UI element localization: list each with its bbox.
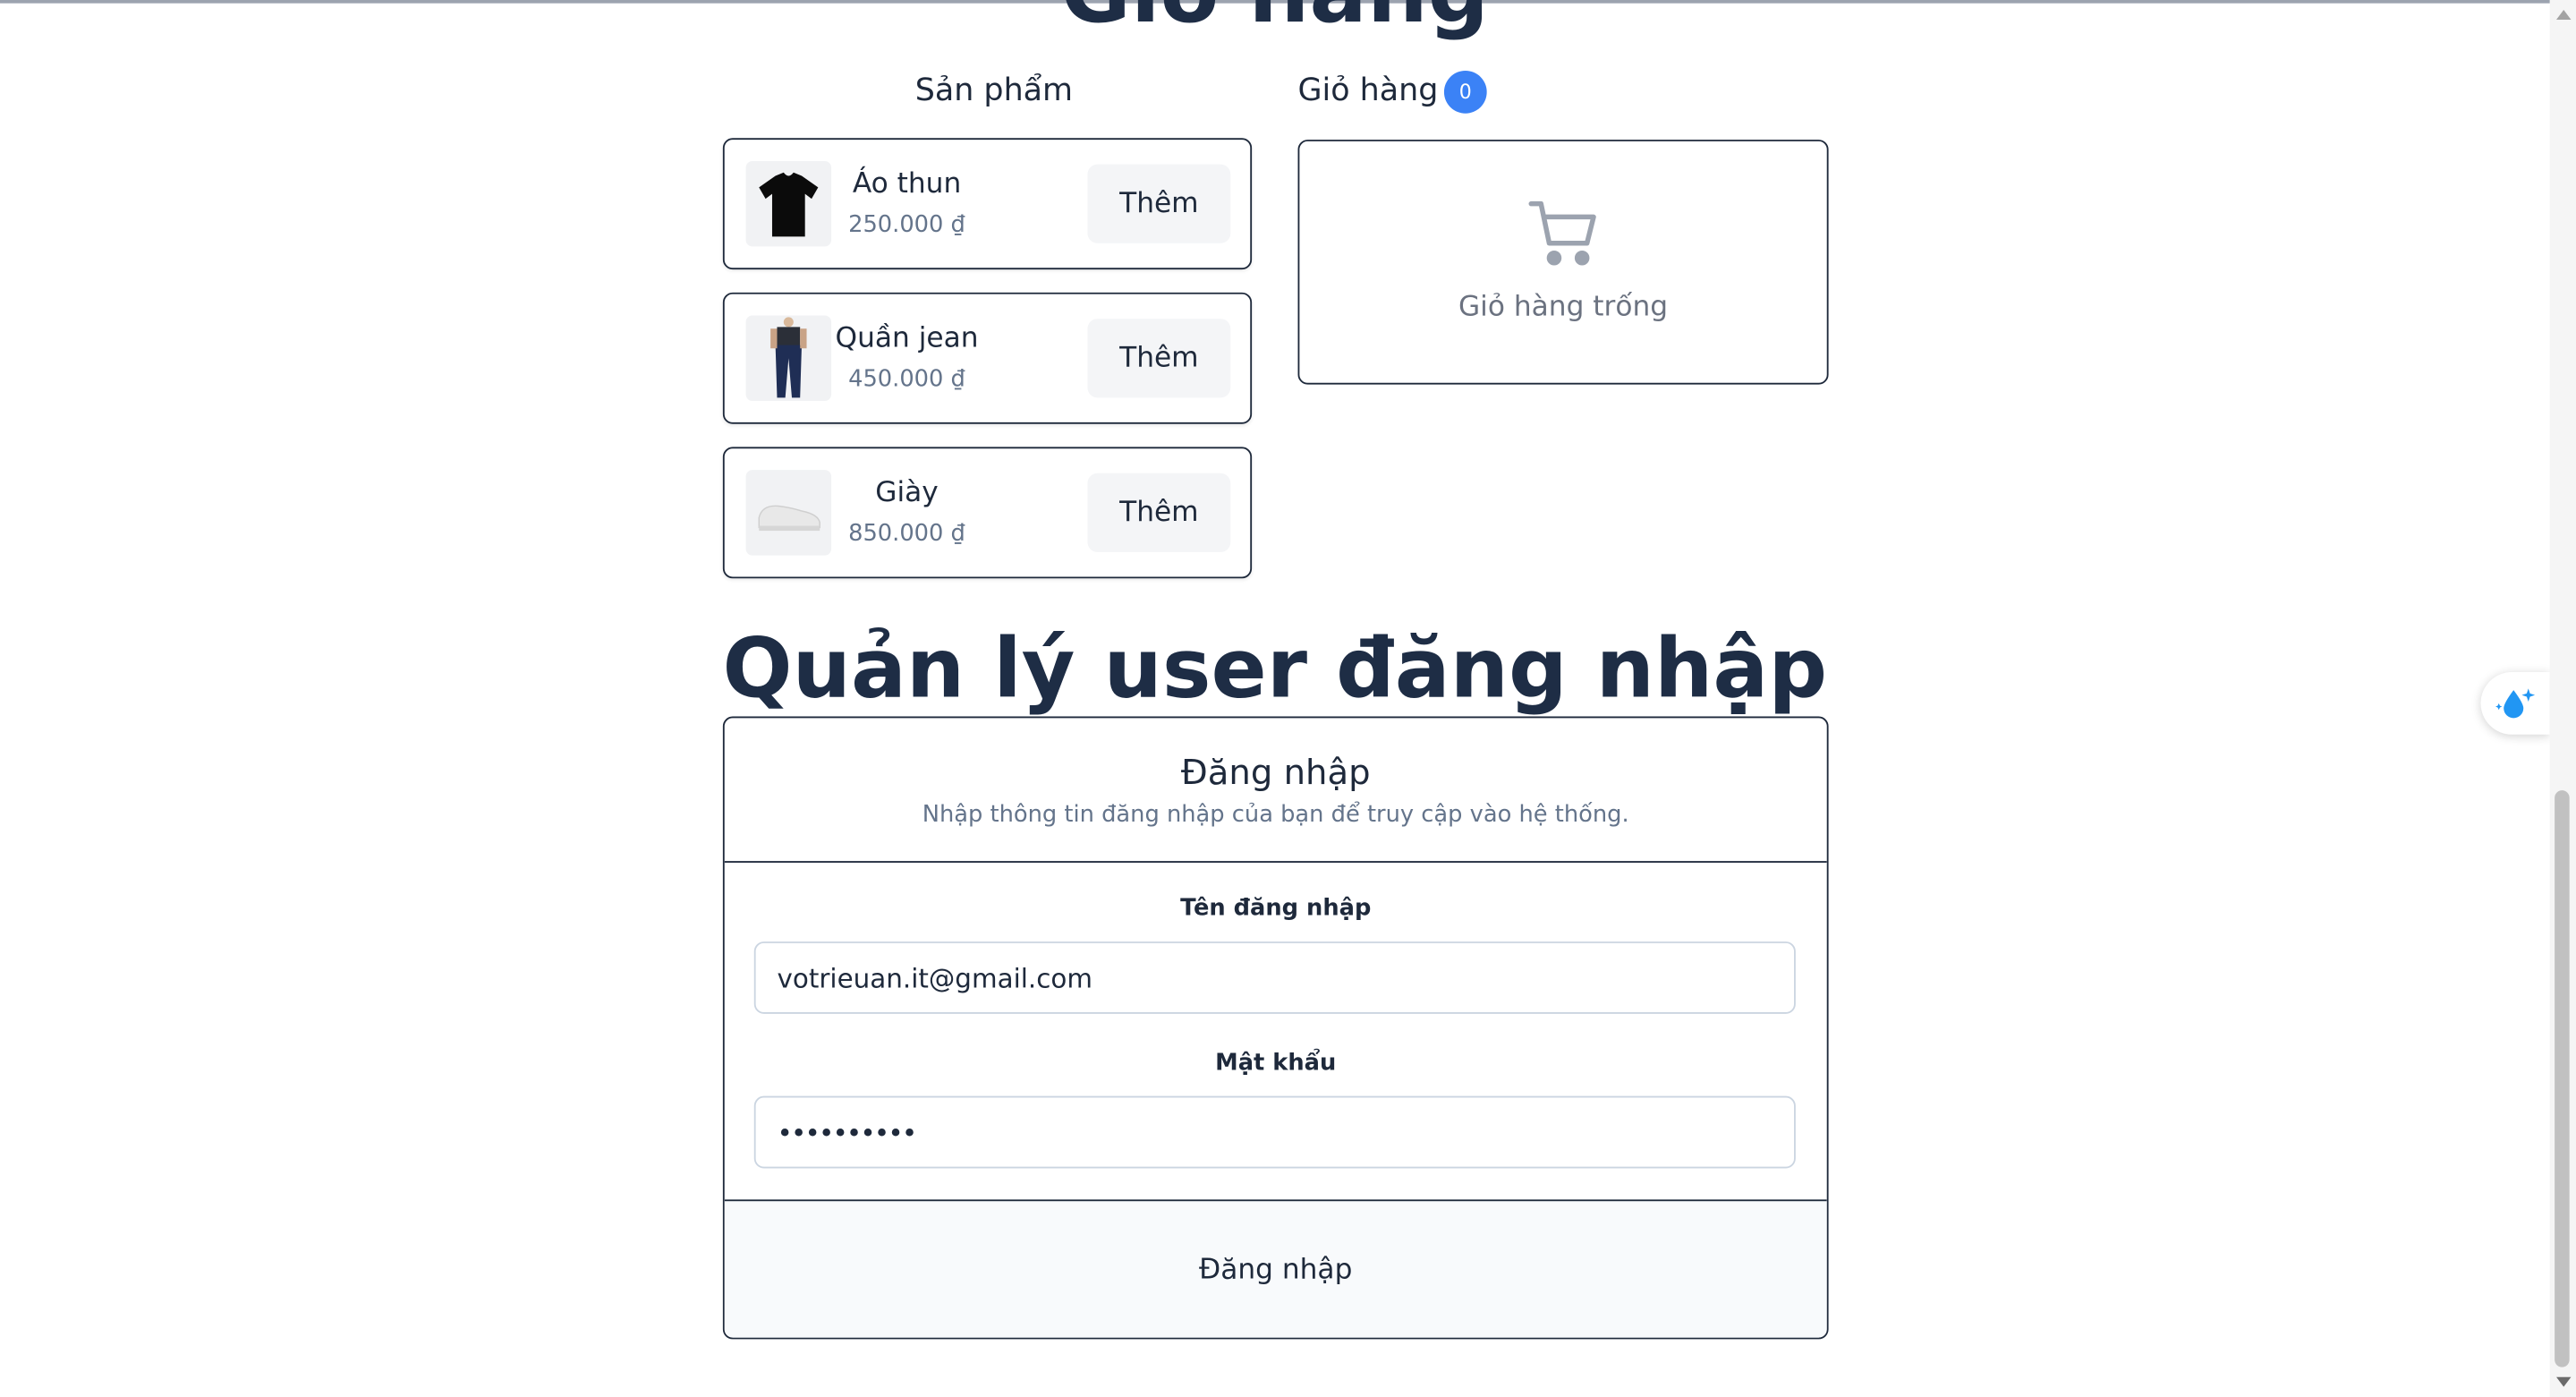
cart-count-badge: 0 bbox=[1443, 70, 1487, 114]
product-name: Quần jean bbox=[835, 321, 979, 355]
username-input[interactable]: votrieuan.it@gmail.com bbox=[753, 941, 1796, 1014]
scroll-down-arrow-icon[interactable] bbox=[2555, 1374, 2571, 1390]
scroll-up-arrow-icon[interactable] bbox=[2555, 6, 2571, 22]
product-price: 850.000 ₫ bbox=[848, 521, 965, 548]
product-price: 450.000 ₫ bbox=[848, 366, 965, 393]
product-image-tshirt bbox=[745, 160, 832, 247]
login-card: Đăng nhập Nhập thông tin đăng nhập của b… bbox=[722, 716, 1829, 1340]
vertical-scrollbar[interactable] bbox=[2549, 0, 2576, 1397]
cart-empty-message: Giỏ hàng trống bbox=[1458, 290, 1669, 324]
login-submit-button[interactable]: Đăng nhập bbox=[1169, 1234, 1382, 1307]
password-label: Mật khẩu bbox=[1215, 1050, 1337, 1077]
add-to-cart-button[interactable]: Thêm bbox=[1087, 473, 1231, 552]
product-name: Áo thun bbox=[852, 167, 962, 201]
username-label: Tên đăng nhập bbox=[1180, 895, 1372, 923]
cart-page-title: Giỏ hàng bbox=[0, 0, 2550, 36]
login-section-title: Quản lý user đăng nhập bbox=[722, 621, 1828, 717]
floating-assistant-button[interactable] bbox=[2480, 671, 2550, 735]
product-card: Áo thun 250.000 ₫ Thêm bbox=[722, 138, 1253, 270]
add-to-cart-button[interactable]: Thêm bbox=[1087, 319, 1231, 398]
page: Giỏ hàng Sản phẩm Áo thun 250.000 ₫ Thêm… bbox=[0, 0, 2576, 1397]
scrollbar-thumb[interactable] bbox=[2555, 790, 2570, 1367]
product-image-jeans bbox=[745, 315, 832, 402]
login-card-subtitle: Nhập thông tin đăng nhập của bạn để truy… bbox=[922, 802, 1629, 829]
product-card: Quần jean 450.000 ₫ Thêm bbox=[722, 292, 1253, 424]
products-heading: Sản phẩm bbox=[914, 72, 1074, 109]
login-card-header: Đăng nhập Nhập thông tin đăng nhập của b… bbox=[724, 718, 1827, 863]
add-to-cart-button[interactable]: Thêm bbox=[1087, 164, 1231, 243]
product-name: Giày bbox=[875, 476, 939, 510]
product-card: Giày 850.000 ₫ Thêm bbox=[722, 447, 1253, 579]
password-input[interactable]: •••••••••• bbox=[753, 1095, 1796, 1169]
droplet-sparkle-icon bbox=[2495, 688, 2536, 719]
product-image-shoes bbox=[745, 470, 832, 556]
login-card-title: Đăng nhập bbox=[1180, 752, 1371, 793]
cart-panel: Giỏ hàng trống bbox=[1297, 140, 1829, 385]
cart-heading: Giỏ hàng bbox=[1297, 72, 1439, 109]
login-card-footer: Đăng nhập bbox=[724, 1199, 1827, 1338]
shopping-cart-icon bbox=[1528, 197, 1601, 269]
product-price: 250.000 ₫ bbox=[848, 211, 965, 239]
